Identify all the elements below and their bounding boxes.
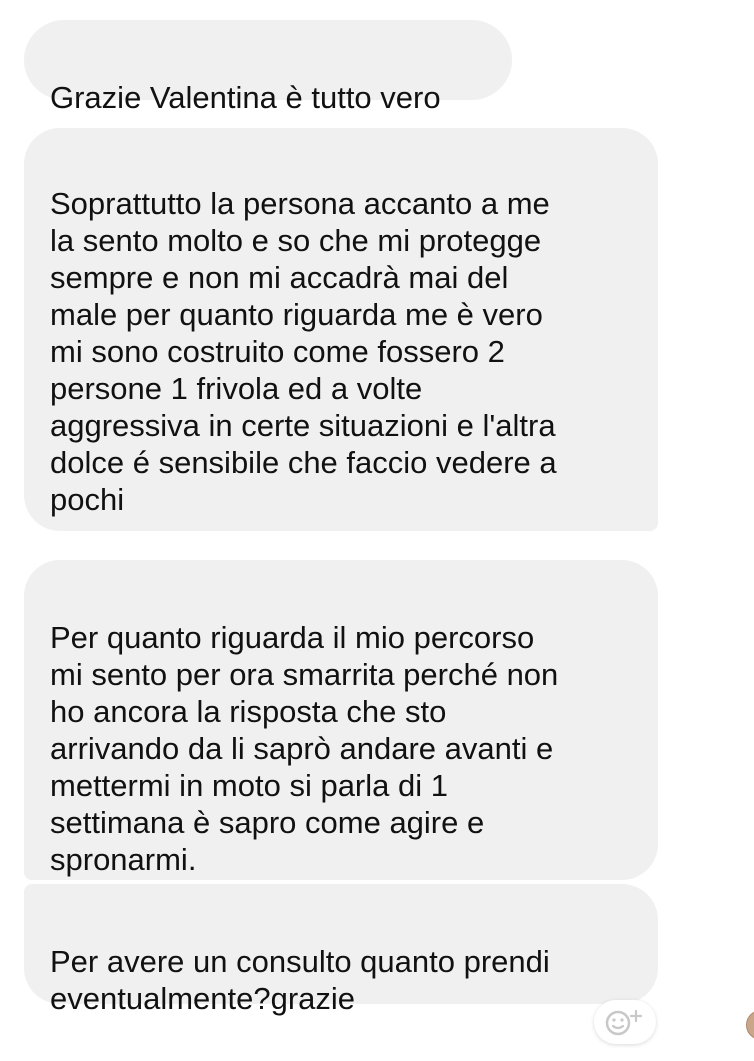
add-reaction-button[interactable]	[594, 1000, 656, 1044]
message-bubble[interactable]: Per quanto riguarda il mio percorso mi s…	[24, 560, 658, 880]
message-text: Per quanto riguarda il mio percorso mi s…	[50, 620, 559, 877]
message-bubble[interactable]: Soprattutto la persona accanto a me la s…	[24, 128, 658, 531]
message-bubble[interactable]: Per avere un consulto quanto prendi even…	[24, 884, 658, 1016]
message-text: Grazie Valentina è tutto vero	[50, 80, 441, 115]
avatar	[746, 1010, 754, 1040]
smiley-plus-icon	[605, 1009, 643, 1036]
message-text: Per avere un consulto quanto prendi even…	[50, 944, 550, 1016]
message-text: Soprattutto la persona accanto a me la s…	[50, 186, 557, 517]
message-bubble[interactable]: Grazie Valentina è tutto vero	[24, 20, 512, 115]
